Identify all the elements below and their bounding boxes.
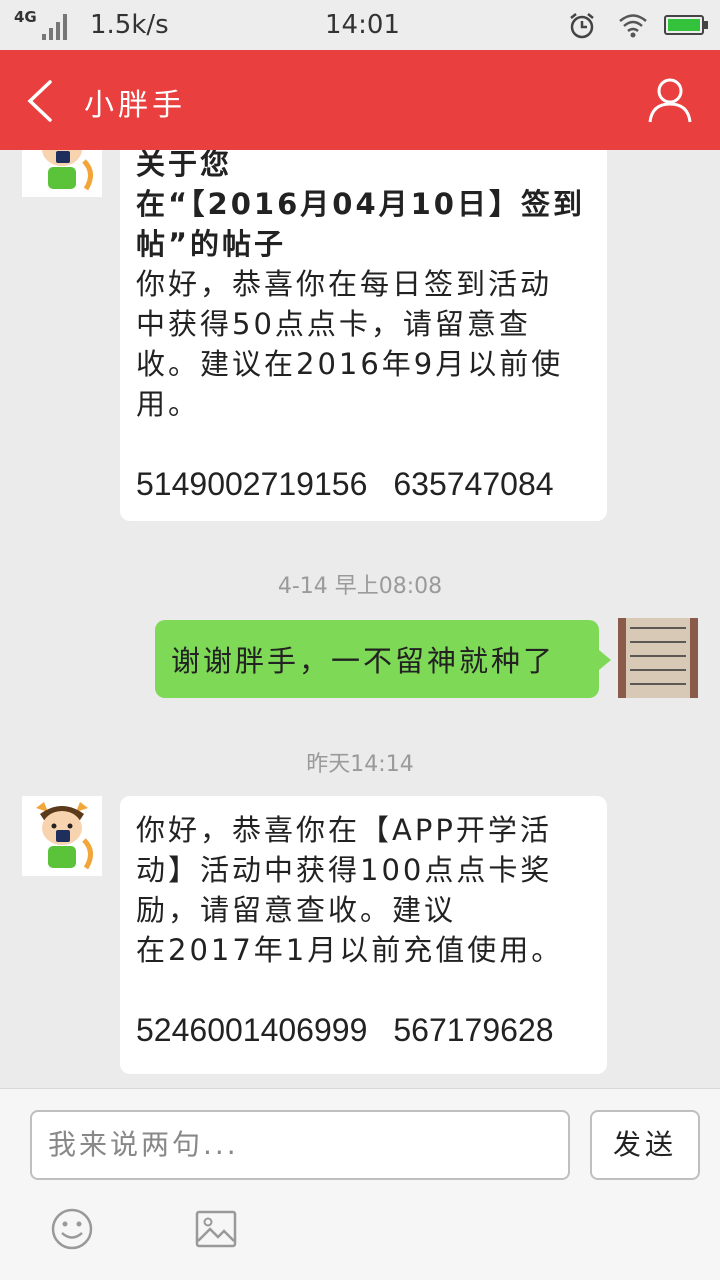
self-avatar[interactable] (618, 618, 698, 698)
chat-messages: 关于您 在“【2016月04月10日】签到 帖”的帖子 你好，恭喜你在每日签到活… (0, 150, 720, 1088)
received-message: 关于您 在“【2016月04月10日】签到 帖”的帖子 你好，恭喜你在每日签到活… (120, 150, 607, 521)
message-line: 励，请留意查收。建议 (136, 893, 457, 927)
contact-avatar[interactable] (22, 150, 102, 197)
card-number: 5149002719156 (136, 466, 368, 502)
battery-icon (664, 15, 708, 35)
contact-avatar[interactable] (22, 796, 102, 876)
card-codes: 5149002719156 635747084 (136, 464, 591, 504)
message-line: 中获得50点点卡，请留意查 (136, 307, 531, 341)
cartoon-avatar-icon (22, 150, 102, 197)
chat-title: 小胖手 (84, 88, 186, 123)
message-line: 关于您 (136, 150, 233, 181)
clock: 14:01 (325, 10, 400, 40)
received-message: 你好，恭喜你在【APP开学活 动】活动中获得100点点卡奖 励，请留意查收。建议… (120, 796, 607, 1074)
card-codes: 5246001406999 567179628 (136, 1010, 591, 1050)
card-number: 5246001406999 (136, 1012, 368, 1048)
message-line: 动】活动中获得100点点卡奖 (136, 853, 553, 887)
message-timestamp: 昨天14:14 (306, 752, 414, 777)
image-icon[interactable] (194, 1207, 238, 1251)
input-area: 我来说两句... 发送 (0, 1088, 720, 1280)
message-line: 在“【2016月04月10日】签到 (136, 187, 585, 221)
message-line: 收。建议在2016年9月以前使 (136, 347, 564, 381)
chat-header: 小胖手 (0, 50, 720, 150)
card-password: 567179628 (393, 1012, 554, 1048)
self-avatar-image-icon (618, 618, 698, 698)
signal-icon (42, 10, 72, 40)
message-timestamp: 4-14 早上08:08 (277, 574, 443, 599)
status-bar: 4G 1.5k/s 14:01 (0, 0, 720, 50)
emoji-icon[interactable] (50, 1207, 94, 1251)
message-line: 帖”的帖子 (136, 227, 287, 261)
message-line: 你好，恭喜你在每日签到活动 (136, 267, 553, 301)
network-speed: 1.5k/s (90, 10, 169, 40)
message-input[interactable]: 我来说两句... (30, 1110, 570, 1180)
back-icon[interactable] (22, 78, 58, 124)
user-profile-icon[interactable] (646, 76, 694, 124)
cartoon-avatar-icon (22, 796, 102, 876)
message-line: 用。 (136, 387, 201, 421)
card-password: 635747084 (393, 466, 554, 502)
alarm-icon (570, 13, 594, 39)
network-type: 4G (14, 8, 37, 26)
send-button[interactable]: 发送 (590, 1110, 700, 1180)
sent-message: 谢谢胖手，一不留神就种了 (155, 620, 611, 698)
message-line: 你好，恭喜你在【APP开学活 (136, 813, 552, 847)
message-line: 在2017年1月以前充值使用。 (136, 933, 564, 967)
wifi-icon (619, 14, 647, 38)
